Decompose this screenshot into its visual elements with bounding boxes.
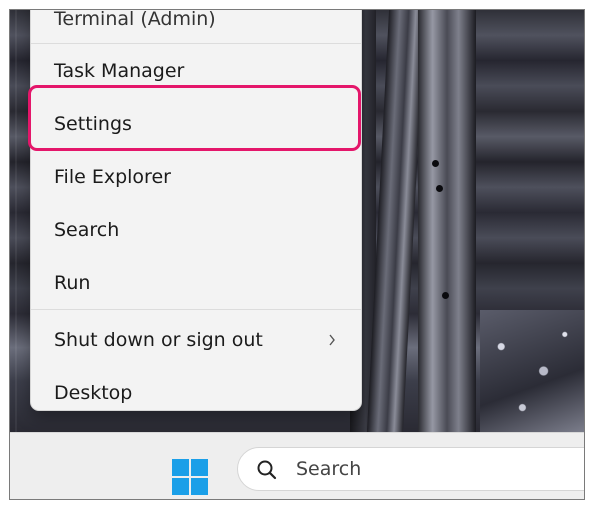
wallpaper-detail: [436, 185, 443, 192]
menu-item-terminal-admin[interactable]: Terminal (Admin): [35, 10, 357, 41]
wallpaper-detail: [432, 160, 439, 167]
taskbar-search-box[interactable]: Search: [237, 447, 584, 491]
context-menu: Terminal (Admin) Task Manager Settings F…: [30, 10, 362, 411]
settings-highlight-box: [28, 85, 361, 151]
menu-item-run[interactable]: Run: [35, 261, 357, 305]
menu-item-search[interactable]: Search: [35, 208, 357, 252]
wallpaper-rubble: [480, 310, 584, 432]
wallpaper-detail: [442, 292, 449, 299]
search-label: Search: [296, 458, 362, 480]
menu-item-shut-down[interactable]: Shut down or sign out: [35, 318, 357, 362]
menu-item-file-explorer[interactable]: File Explorer: [35, 155, 357, 199]
menu-item-label: Shut down or sign out: [54, 329, 263, 351]
screenshot-frame: Terminal (Admin) Task Manager Settings F…: [9, 9, 585, 500]
menu-separator: [31, 43, 361, 44]
magnifier-icon: [257, 460, 277, 480]
chevron-right-icon: [329, 334, 335, 346]
wallpaper-beam: [418, 10, 476, 432]
menu-separator: [31, 309, 361, 310]
taskbar: Search: [10, 432, 584, 499]
menu-item-desktop[interactable]: Desktop: [35, 371, 357, 415]
windows-logo-icon[interactable]: [170, 457, 210, 497]
